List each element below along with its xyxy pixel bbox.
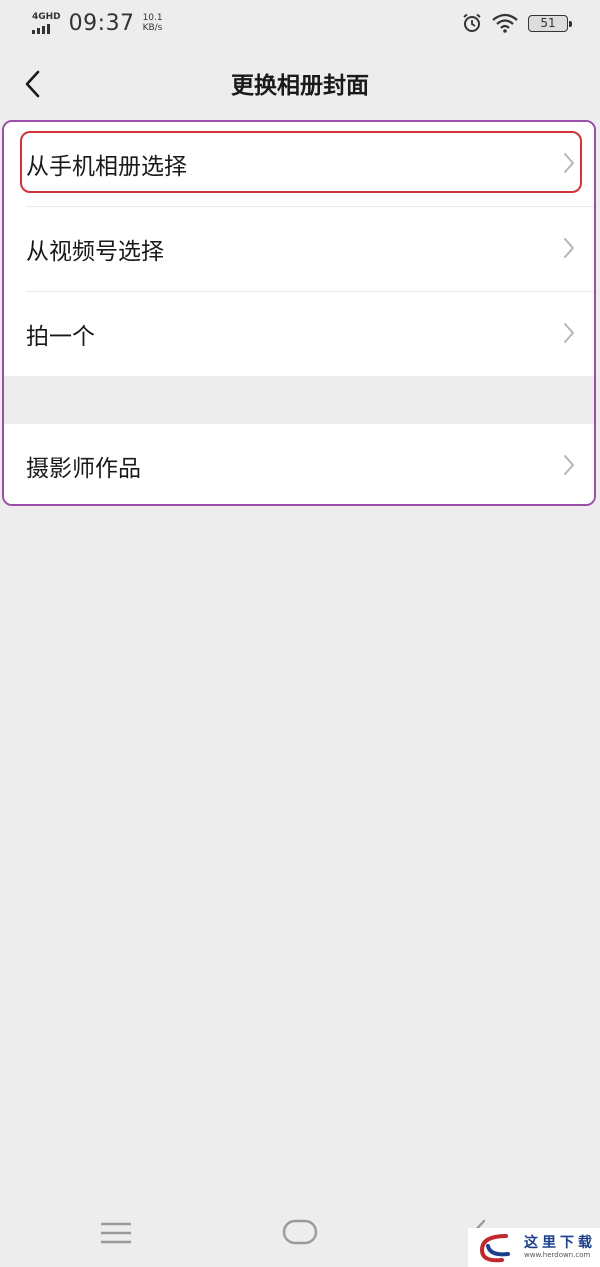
watermark-url: www.herdown.com bbox=[524, 1251, 591, 1259]
battery-icon: 51 bbox=[528, 14, 572, 32]
speed-unit: KB/s bbox=[142, 23, 163, 33]
home-icon[interactable] bbox=[282, 1219, 318, 1245]
network-speed: 10.1 KB/s bbox=[143, 13, 163, 33]
page-title: 更换相册封面 bbox=[231, 73, 369, 99]
status-right: 51 bbox=[462, 13, 572, 33]
status-time: 09:37 bbox=[68, 10, 135, 36]
nav-bar: 更换相册封面 bbox=[0, 46, 600, 120]
screen: 4GHD 09:37 10.1 KB/s 51 更换相册封面 从手机相册选择 从… bbox=[0, 0, 600, 1267]
back-button[interactable] bbox=[14, 66, 50, 102]
speed-value: 10.1 bbox=[142, 13, 163, 23]
watermark-title: 这里下载 bbox=[524, 1235, 596, 1251]
watermark-swoosh-icon bbox=[479, 1233, 510, 1262]
battery-level: 51 bbox=[540, 16, 556, 30]
watermark-logo: 这里下载 www.herdown.com bbox=[468, 1228, 600, 1267]
alarm-icon bbox=[463, 13, 481, 32]
menu-item-label: 从视频号选择 bbox=[26, 239, 164, 265]
wifi-icon bbox=[492, 13, 518, 33]
menu-panel: 从手机相册选择 从视频号选择 拍一个 摄影师作品 bbox=[2, 120, 596, 506]
menu-item-phone-album[interactable]: 从手机相册选择 bbox=[4, 122, 594, 206]
cellular-signal-icon: 4GHD bbox=[32, 11, 61, 34]
menu-item-label: 从手机相册选择 bbox=[26, 154, 187, 180]
chevron-left-icon bbox=[25, 70, 40, 98]
menu-item-photographer-works[interactable]: 摄影师作品 bbox=[4, 424, 594, 504]
section-gap bbox=[4, 376, 594, 424]
menu-item-label: 拍一个 bbox=[26, 324, 95, 350]
chevron-right-icon bbox=[564, 153, 574, 173]
recent-apps-icon[interactable] bbox=[100, 1221, 132, 1245]
chevron-right-icon bbox=[564, 455, 574, 475]
network-type: 4GHD bbox=[32, 11, 61, 22]
chevron-right-icon bbox=[564, 323, 574, 343]
chevron-right-icon bbox=[564, 238, 574, 258]
menu-item-label: 摄影师作品 bbox=[26, 456, 141, 482]
menu-group-photographer: 摄影师作品 bbox=[4, 424, 594, 504]
status-left: 4GHD 09:37 10.1 KB/s bbox=[32, 11, 163, 36]
status-bar: 4GHD 09:37 10.1 KB/s 51 bbox=[0, 0, 600, 46]
menu-group-sources: 从手机相册选择 从视频号选择 拍一个 bbox=[4, 122, 594, 376]
menu-item-channels[interactable]: 从视频号选择 bbox=[4, 207, 594, 291]
menu-item-take-photo[interactable]: 拍一个 bbox=[4, 292, 594, 376]
